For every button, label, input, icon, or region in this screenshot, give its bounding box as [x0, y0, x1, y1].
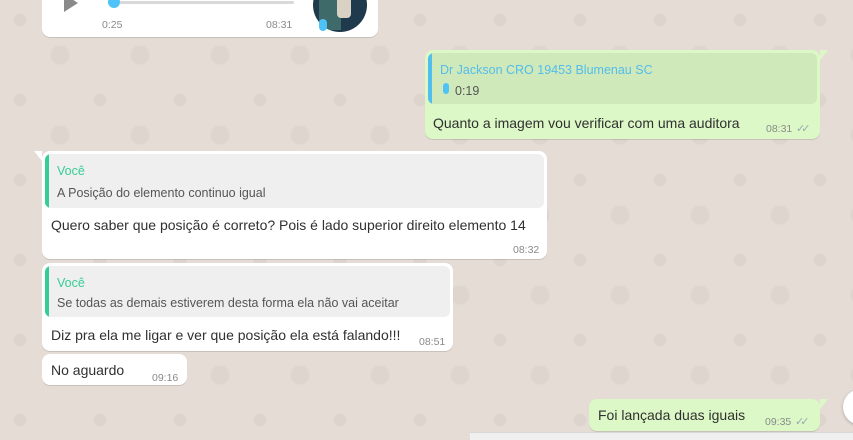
message-text: No aguardo: [51, 362, 125, 378]
audio-time: 08:31: [266, 19, 293, 31]
read-receipt-icon: ✓✓: [795, 416, 810, 428]
message-text: Diz pra ela me ligar e ver que posição e…: [51, 327, 401, 343]
microphone-icon: [319, 19, 327, 31]
quote-bar: [45, 266, 49, 317]
message-time: 08:32: [513, 244, 540, 256]
message-time: 08:31: [766, 123, 793, 135]
message-bubble-in-3: No aguardo 09:16: [42, 354, 187, 385]
quote-text: A Posição do elemento continuo igual: [57, 186, 266, 200]
message-bubble-in-1: Você A Posição do elemento continuo igua…: [34, 151, 547, 259]
quoted-message[interactable]: Você A Posição do elemento continuo igua…: [45, 154, 544, 208]
message-time: 08:51: [419, 336, 446, 348]
microphone-icon: [443, 83, 449, 94]
quote-author: Você: [57, 164, 85, 178]
message-text: Quanto a imagem vou verificar com uma au…: [433, 115, 740, 131]
quote-audio-duration: 0:19: [455, 84, 480, 98]
quote-bar: [428, 53, 432, 104]
message-text: Quero saber que posição é correto? Pois …: [51, 217, 526, 233]
quote-bar: [45, 154, 49, 208]
message-text: Foi lançada duas iguais: [598, 407, 746, 423]
quoted-message[interactable]: Você Se todas as demais estiverem desta …: [45, 266, 450, 317]
quote-text: Se todas as demais estiverem desta forma…: [57, 296, 399, 310]
audio-progress-track[interactable]: [107, 0, 294, 8]
message-bubble-out-2: Foi lançada duas iguais 09:35 ✓✓: [589, 399, 828, 431]
read-receipt-icon: ✓✓: [796, 123, 811, 135]
message-bubble-out-1: Dr Jackson CRO 19453 Blumenau SC 0:19 Qu…: [425, 50, 828, 139]
quote-author: Dr Jackson CRO 19453 Blumenau SC: [440, 63, 653, 77]
quoted-message[interactable]: Dr Jackson CRO 19453 Blumenau SC 0:19: [428, 53, 817, 104]
quote-author: Você: [57, 276, 85, 290]
audio-message-bubble: 0:25 08:31: [42, 0, 378, 37]
audio-progress-knob[interactable]: [107, 0, 120, 8]
message-bubble-in-2: Você Se todas as demais estiverem desta …: [42, 263, 453, 351]
message-time: 09:16: [152, 372, 179, 384]
play-icon[interactable]: [64, 0, 78, 12]
message-time: 09:35: [765, 416, 792, 428]
audio-elapsed: 0:25: [102, 19, 123, 31]
